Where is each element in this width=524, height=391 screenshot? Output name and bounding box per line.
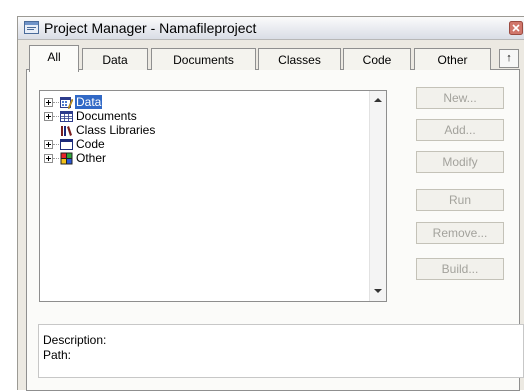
add-button[interactable]: Add... — [416, 119, 504, 141]
expand-icon[interactable] — [44, 140, 53, 149]
project-manager-window: Project Manager - Namafileproject All Da… — [17, 16, 524, 391]
info-box: Description: Path: — [38, 324, 524, 378]
path-label: Path: — [43, 348, 72, 362]
scroll-up-icon[interactable] — [374, 98, 382, 102]
expand-icon[interactable] — [44, 98, 53, 107]
data-icon — [60, 97, 73, 109]
remove-button[interactable]: Remove... — [416, 222, 504, 244]
tab-scroll-button[interactable]: ↑ — [499, 49, 519, 68]
title-bar[interactable]: Project Manager - Namafileproject — [18, 17, 524, 40]
documents-icon — [60, 111, 73, 122]
tree-item-class-libraries[interactable]: Class Libraries — [40, 123, 360, 138]
build-button[interactable]: Build... — [416, 258, 504, 280]
tab-classes[interactable]: Classes — [258, 48, 341, 70]
tab-all[interactable]: All — [29, 45, 79, 72]
tree-item-data[interactable]: Data — [40, 95, 360, 110]
project-manager-icon — [24, 21, 39, 34]
other-icon — [60, 152, 73, 165]
tree-item-label: Code — [76, 137, 105, 151]
expand-icon[interactable] — [44, 112, 53, 121]
tab-documents[interactable]: Documents — [151, 48, 256, 70]
modify-button[interactable]: Modify — [416, 151, 504, 173]
tab-data[interactable]: Data — [82, 48, 148, 70]
tree-scrollbar[interactable] — [369, 91, 386, 301]
run-button[interactable]: Run — [416, 189, 504, 211]
tab-other[interactable]: Other — [414, 48, 491, 70]
code-icon — [60, 139, 73, 150]
tab-code[interactable]: Code — [343, 48, 411, 70]
window-title: Project Manager - Namafileproject — [44, 20, 257, 36]
project-tree[interactable]: Data Documents Class Libraries Code Othe… — [39, 90, 387, 302]
close-icon[interactable] — [509, 21, 523, 35]
tree-item-label: Class Libraries — [76, 123, 156, 137]
tree-item-other[interactable]: Other — [40, 151, 360, 166]
new-button[interactable]: New... — [416, 87, 504, 109]
tree-item-label: Other — [76, 151, 107, 165]
class-libraries-icon — [61, 126, 72, 136]
expand-icon[interactable] — [44, 154, 53, 163]
tree-item-label: Data — [75, 95, 103, 109]
tree-item-documents[interactable]: Documents — [40, 109, 360, 124]
scroll-down-icon[interactable] — [374, 289, 382, 293]
tree-item-label: Documents — [76, 109, 137, 123]
tree-item-code[interactable]: Code — [40, 137, 360, 152]
description-label: Description: — [43, 333, 107, 347]
